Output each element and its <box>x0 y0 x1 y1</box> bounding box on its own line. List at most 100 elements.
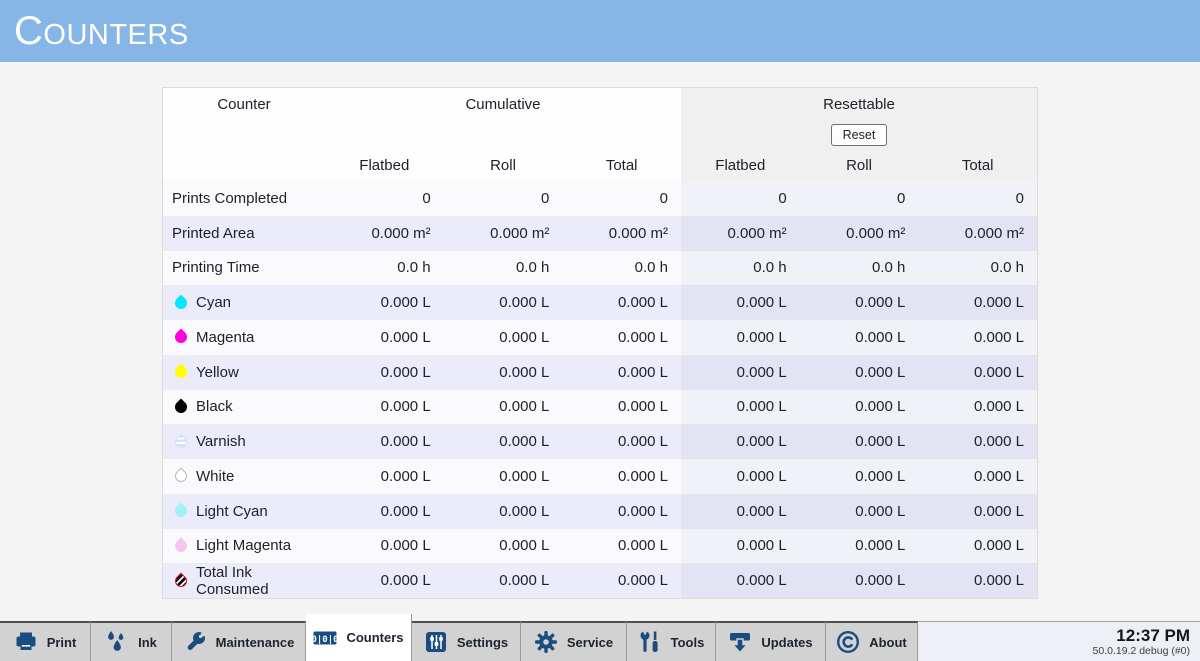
page-content: Counter Cumulative Resettable Reset Flat… <box>0 62 1200 621</box>
cumulative-value-cell: 0.000 m² <box>325 216 444 251</box>
tab-label: Tools <box>671 635 705 650</box>
resettable-value-cell: 0.000 L <box>681 424 800 459</box>
printer-icon <box>14 630 38 654</box>
row-label-cell: Printing Time <box>163 251 325 286</box>
row-label-cell: Total Ink Consumed <box>163 563 325 598</box>
cyan-ink-drop-icon <box>172 294 189 311</box>
cumulative-value-cell: 0.000 L <box>325 459 444 494</box>
total-ink-drop-icon <box>172 572 189 589</box>
cumulative-total-header: Total <box>562 149 681 181</box>
resettable-value-cell: 0.000 L <box>800 355 919 390</box>
table-row: Cyan0.000 L0.000 L0.000 L0.000 L0.000 L0… <box>163 285 1037 320</box>
resettable-value-cell: 0.000 L <box>800 390 919 425</box>
tab-about[interactable]: About <box>826 621 918 661</box>
resettable-value-cell: 0 <box>918 181 1037 216</box>
tab-service[interactable]: Service <box>521 621 627 661</box>
cumulative-value-cell: 0.0 h <box>325 251 444 286</box>
table-row: Printed Area0.000 m²0.000 m²0.000 m²0.00… <box>163 216 1037 251</box>
counter-column-header: Counter <box>163 88 325 121</box>
download-icon <box>728 630 752 654</box>
row-label: Black <box>196 398 233 415</box>
tab-counters[interactable]: 0|0|0 Counters <box>306 614 412 661</box>
table-body: Prints Completed000000Printed Area0.000 … <box>163 181 1037 598</box>
row-label: Light Magenta <box>196 537 291 554</box>
resettable-value-cell: 0.000 L <box>918 494 1037 529</box>
cumulative-value-cell: 0 <box>562 181 681 216</box>
status-clock-panel: 12:37 PM 50.0.19.2 debug (#0) <box>918 621 1200 661</box>
counter-digits-icon: 0|0|0 <box>313 626 337 650</box>
cumulative-value-cell: 0.000 L <box>325 494 444 529</box>
row-label-cell: Printed Area <box>163 216 325 251</box>
row-label-cell: White <box>163 459 325 494</box>
row-label: Total Ink Consumed <box>196 564 325 598</box>
resettable-roll-header: Roll <box>800 149 919 181</box>
resettable-section-header: Resettable <box>681 88 1037 121</box>
resettable-value-cell: 0.000 m² <box>800 216 919 251</box>
cumulative-value-cell: 0.0 h <box>444 251 563 286</box>
resettable-value-cell: 0.000 L <box>681 494 800 529</box>
tools-icon <box>638 630 662 654</box>
table-row: Black0.000 L0.000 L0.000 L0.000 L0.000 L… <box>163 390 1037 425</box>
row-label-cell: Light Cyan <box>163 494 325 529</box>
cumulative-section-header: Cumulative <box>325 88 681 121</box>
tab-ink[interactable]: Ink <box>91 621 172 661</box>
cumulative-value-cell: 0.000 L <box>444 529 563 564</box>
resettable-value-cell: 0.000 L <box>800 529 919 564</box>
tab-tools[interactable]: Tools <box>627 621 716 661</box>
cumulative-value-cell: 0.000 L <box>444 320 563 355</box>
tab-label: Service <box>567 635 613 650</box>
gear-icon <box>534 630 558 654</box>
tab-updates[interactable]: Updates <box>716 621 826 661</box>
cumulative-value-cell: 0.000 L <box>562 529 681 564</box>
cumulative-value-cell: 0.000 L <box>325 424 444 459</box>
cumulative-value-cell: 0.000 L <box>325 285 444 320</box>
resettable-flatbed-header: Flatbed <box>681 149 800 181</box>
table-row: Total Ink Consumed0.000 L0.000 L0.000 L0… <box>163 563 1037 598</box>
bottom-tab-bar: Print Ink Maintenance 0|0|0 Counters Settings… <box>0 621 1200 661</box>
resettable-value-cell: 0.000 L <box>918 320 1037 355</box>
tab-label: Maintenance <box>216 635 295 650</box>
resettable-value-cell: 0.000 L <box>800 285 919 320</box>
cumulative-value-cell: 0.000 L <box>444 424 563 459</box>
svg-text:0|0|0: 0|0|0 <box>313 634 337 644</box>
cumulative-value-cell: 0.000 L <box>325 563 444 598</box>
table-row: Light Cyan0.000 L0.000 L0.000 L0.000 L0.… <box>163 494 1037 529</box>
table-row: White0.000 L0.000 L0.000 L0.000 L0.000 L… <box>163 459 1037 494</box>
cumulative-value-cell: 0.000 L <box>562 355 681 390</box>
cumulative-value-cell: 0.000 L <box>562 320 681 355</box>
cumulative-value-cell: 0.000 L <box>325 320 444 355</box>
resettable-value-cell: 0.0 h <box>918 251 1037 286</box>
tab-label: About <box>869 635 907 650</box>
reset-button[interactable]: Reset <box>831 124 888 146</box>
white-ink-drop-icon <box>172 468 189 485</box>
cumulative-value-cell: 0.000 L <box>444 459 563 494</box>
cumulative-value-cell: 0.000 m² <box>562 216 681 251</box>
table-row: Light Magenta0.000 L0.000 L0.000 L0.000 … <box>163 529 1037 564</box>
cumulative-value-cell: 0.000 L <box>325 390 444 425</box>
page-title: COUNTERS <box>14 11 189 51</box>
light-magenta-ink-drop-icon <box>172 537 189 554</box>
resettable-value-cell: 0.000 m² <box>681 216 800 251</box>
resettable-value-cell: 0.000 L <box>681 459 800 494</box>
tab-label: Counters <box>346 630 403 645</box>
cumulative-value-cell: 0.000 L <box>325 529 444 564</box>
page-header: COUNTERS <box>0 0 1200 62</box>
resettable-value-cell: 0.000 L <box>918 459 1037 494</box>
yellow-ink-drop-icon <box>172 364 189 381</box>
tab-print[interactable]: Print <box>0 621 91 661</box>
table-header: Counter Cumulative Resettable Reset Flat… <box>163 88 1037 181</box>
resettable-value-cell: 0.000 L <box>681 529 800 564</box>
version-label: 50.0.19.2 debug (#0) <box>1093 646 1191 658</box>
cumulative-value-cell: 0.000 L <box>444 285 563 320</box>
tab-maintenance[interactable]: Maintenance <box>172 621 306 661</box>
table-row: Varnish0.000 L0.000 L0.000 L0.000 L0.000… <box>163 424 1037 459</box>
cumulative-value-cell: 0.000 L <box>562 494 681 529</box>
magenta-ink-drop-icon <box>172 329 189 346</box>
row-label-cell: Magenta <box>163 320 325 355</box>
tab-settings[interactable]: Settings <box>412 621 521 661</box>
resettable-value-cell: 0.0 h <box>681 251 800 286</box>
resettable-value-cell: 0.000 L <box>918 355 1037 390</box>
cumulative-value-cell: 0 <box>325 181 444 216</box>
tab-label: Ink <box>138 635 157 650</box>
resettable-value-cell: 0.000 L <box>800 459 919 494</box>
